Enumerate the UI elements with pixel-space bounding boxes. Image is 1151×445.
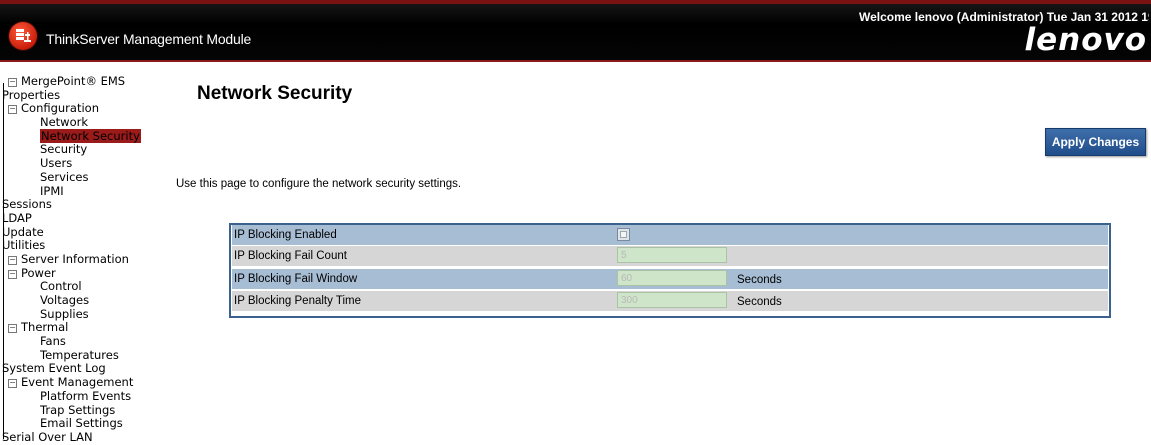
sidebar-item-label: Control (40, 279, 82, 294)
setting-label: IP Blocking Fail Window (234, 273, 358, 285)
sidebar-item-label: Serial Over LAN (2, 429, 93, 444)
lenovo-logo: lenovo (1024, 22, 1147, 58)
sidebar-item-ipmi[interactable]: IPMI (0, 183, 170, 199)
app-title: ThinkServer Management Module (46, 31, 252, 47)
sidebar-item-sessions[interactable]: Sessions (0, 197, 170, 212)
sidebar-item-label: Fans (40, 334, 66, 349)
sidebar-item-security[interactable]: Security (0, 143, 170, 157)
collapse-toggle-icon[interactable]: − (8, 269, 17, 279)
collapse-toggle-icon[interactable]: − (8, 379, 17, 389)
sidebar-item-server-information[interactable]: − Server Information (0, 251, 170, 267)
sidebar-item-utilities[interactable]: Utilities (0, 238, 170, 253)
setting-row-ip-blocking-penalty-time: IP Blocking Penalty Time 300 Seconds (232, 291, 1108, 311)
unit-label: Seconds (737, 274, 782, 286)
setting-label: IP Blocking Fail Count (234, 250, 347, 262)
unit-label: Seconds (737, 296, 782, 308)
sidebar-item-label: Utilities (2, 238, 46, 253)
sidebar-item-label: Update (2, 224, 44, 239)
sidebar-item-supplies[interactable]: Supplies (0, 306, 170, 322)
sidebar-item-system-event-log[interactable]: System Event Log (0, 362, 170, 376)
sidebar-item-label: LDAP (2, 210, 32, 225)
page-title: Network Security (197, 83, 353, 104)
sidebar-item-label: System Event Log (2, 361, 106, 376)
sidebar-item-label: Users (40, 156, 73, 171)
sidebar-item-label: Thermal (21, 320, 69, 335)
sidebar-item-fans[interactable]: Fans (0, 334, 170, 349)
top-banner: ThinkServer Management Module Welcome le… (0, 0, 1151, 62)
collapse-toggle-icon[interactable]: − (8, 78, 17, 87)
collapse-toggle-icon[interactable]: − (8, 255, 17, 265)
sidebar-item-label: Sessions (2, 197, 52, 212)
setting-row-ip-blocking-fail-window: IP Blocking Fail Window 60 Seconds (232, 269, 1108, 289)
sidebar-item-configuration[interactable]: − Configuration (0, 102, 170, 116)
sidebar-item-label: Services (40, 169, 89, 184)
ip-blocking-penalty-time-input[interactable]: 300 (617, 292, 727, 308)
network-security-settings-table: IP Blocking Enabled IP Blocking Fail Cou… (229, 223, 1111, 318)
sidebar-item-label: Email Settings (40, 416, 123, 431)
sidebar-item-label: Platform Events (40, 388, 132, 403)
sidebar-item-email-settings[interactable]: Email Settings (0, 416, 170, 431)
sidebar-item-label: Properties (2, 87, 61, 102)
sidebar-item-properties[interactable]: Properties (0, 87, 170, 103)
setting-row-ip-blocking-enabled: IP Blocking Enabled (232, 225, 1108, 245)
setting-label: IP Blocking Penalty Time (234, 295, 361, 307)
sidebar-item-users[interactable]: Users (0, 156, 170, 171)
sidebar-nav: − MergePoint® EMS Properties − Configuration… (0, 74, 170, 445)
sidebar-item-trap-settings[interactable]: Trap Settings (0, 402, 170, 418)
sidebar-item-label: MergePoint® EMS (21, 74, 126, 88)
setting-label: IP Blocking Enabled (234, 229, 337, 241)
server-logo-icon (9, 22, 37, 50)
apply-changes-button[interactable]: Apply Changes (1045, 128, 1146, 156)
sidebar-item-temperatures[interactable]: Temperatures (0, 347, 170, 363)
sidebar-item-serial-over-lan[interactable]: Serial Over LAN (0, 429, 170, 445)
sidebar-item-power[interactable]: − Power (0, 265, 170, 281)
sidebar-item-voltages[interactable]: Voltages (0, 293, 170, 308)
sidebar-item-label: IPMI (40, 183, 64, 198)
ip-blocking-enabled-checkbox[interactable] (617, 228, 630, 241)
sidebar-item-event-management[interactable]: − Event Management (0, 375, 170, 390)
sidebar-item-label: Event Management (21, 375, 134, 390)
sidebar-item-thermal[interactable]: − Thermal (0, 321, 170, 335)
sidebar-item-network[interactable]: Network (0, 115, 170, 130)
sidebar-item-label: Temperatures (40, 347, 119, 362)
sidebar-item-label: Configuration (21, 101, 99, 116)
collapse-toggle-icon[interactable]: − (8, 324, 17, 334)
sidebar-item-services[interactable]: Services (0, 169, 170, 185)
ip-blocking-fail-window-input[interactable]: 60 (617, 270, 727, 286)
ip-blocking-fail-count-input[interactable]: 5 (617, 247, 727, 263)
setting-row-ip-blocking-fail-count: IP Blocking Fail Count 5 (232, 246, 1108, 266)
sidebar-item-label: Voltages (40, 293, 90, 307)
banner-red-stripe (0, 0, 1151, 4)
sidebar-item-update[interactable]: Update (0, 224, 170, 240)
sidebar-item-ldap[interactable]: LDAP (0, 210, 170, 226)
sidebar-item-label: Network (40, 115, 89, 130)
sidebar-item-label: Supplies (40, 306, 89, 321)
sidebar-item-network-security[interactable]: Network Security (0, 128, 170, 144)
sidebar-item-label: Security (40, 142, 88, 157)
sidebar-item-platform-events[interactable]: Platform Events (0, 388, 170, 404)
sidebar-item-mergepoint-ems[interactable]: − MergePoint® EMS (0, 74, 170, 89)
sidebar-item-label: Trap Settings (40, 402, 116, 417)
sidebar-item-label: Server Information (21, 251, 129, 266)
sidebar-item-control[interactable]: Control (0, 279, 170, 294)
collapse-toggle-icon[interactable]: − (8, 105, 17, 115)
sidebar-item-label: Network Security (40, 128, 141, 143)
sidebar-item-label: Power (21, 265, 56, 280)
page-description: Use this page to configure the network s… (176, 178, 462, 190)
